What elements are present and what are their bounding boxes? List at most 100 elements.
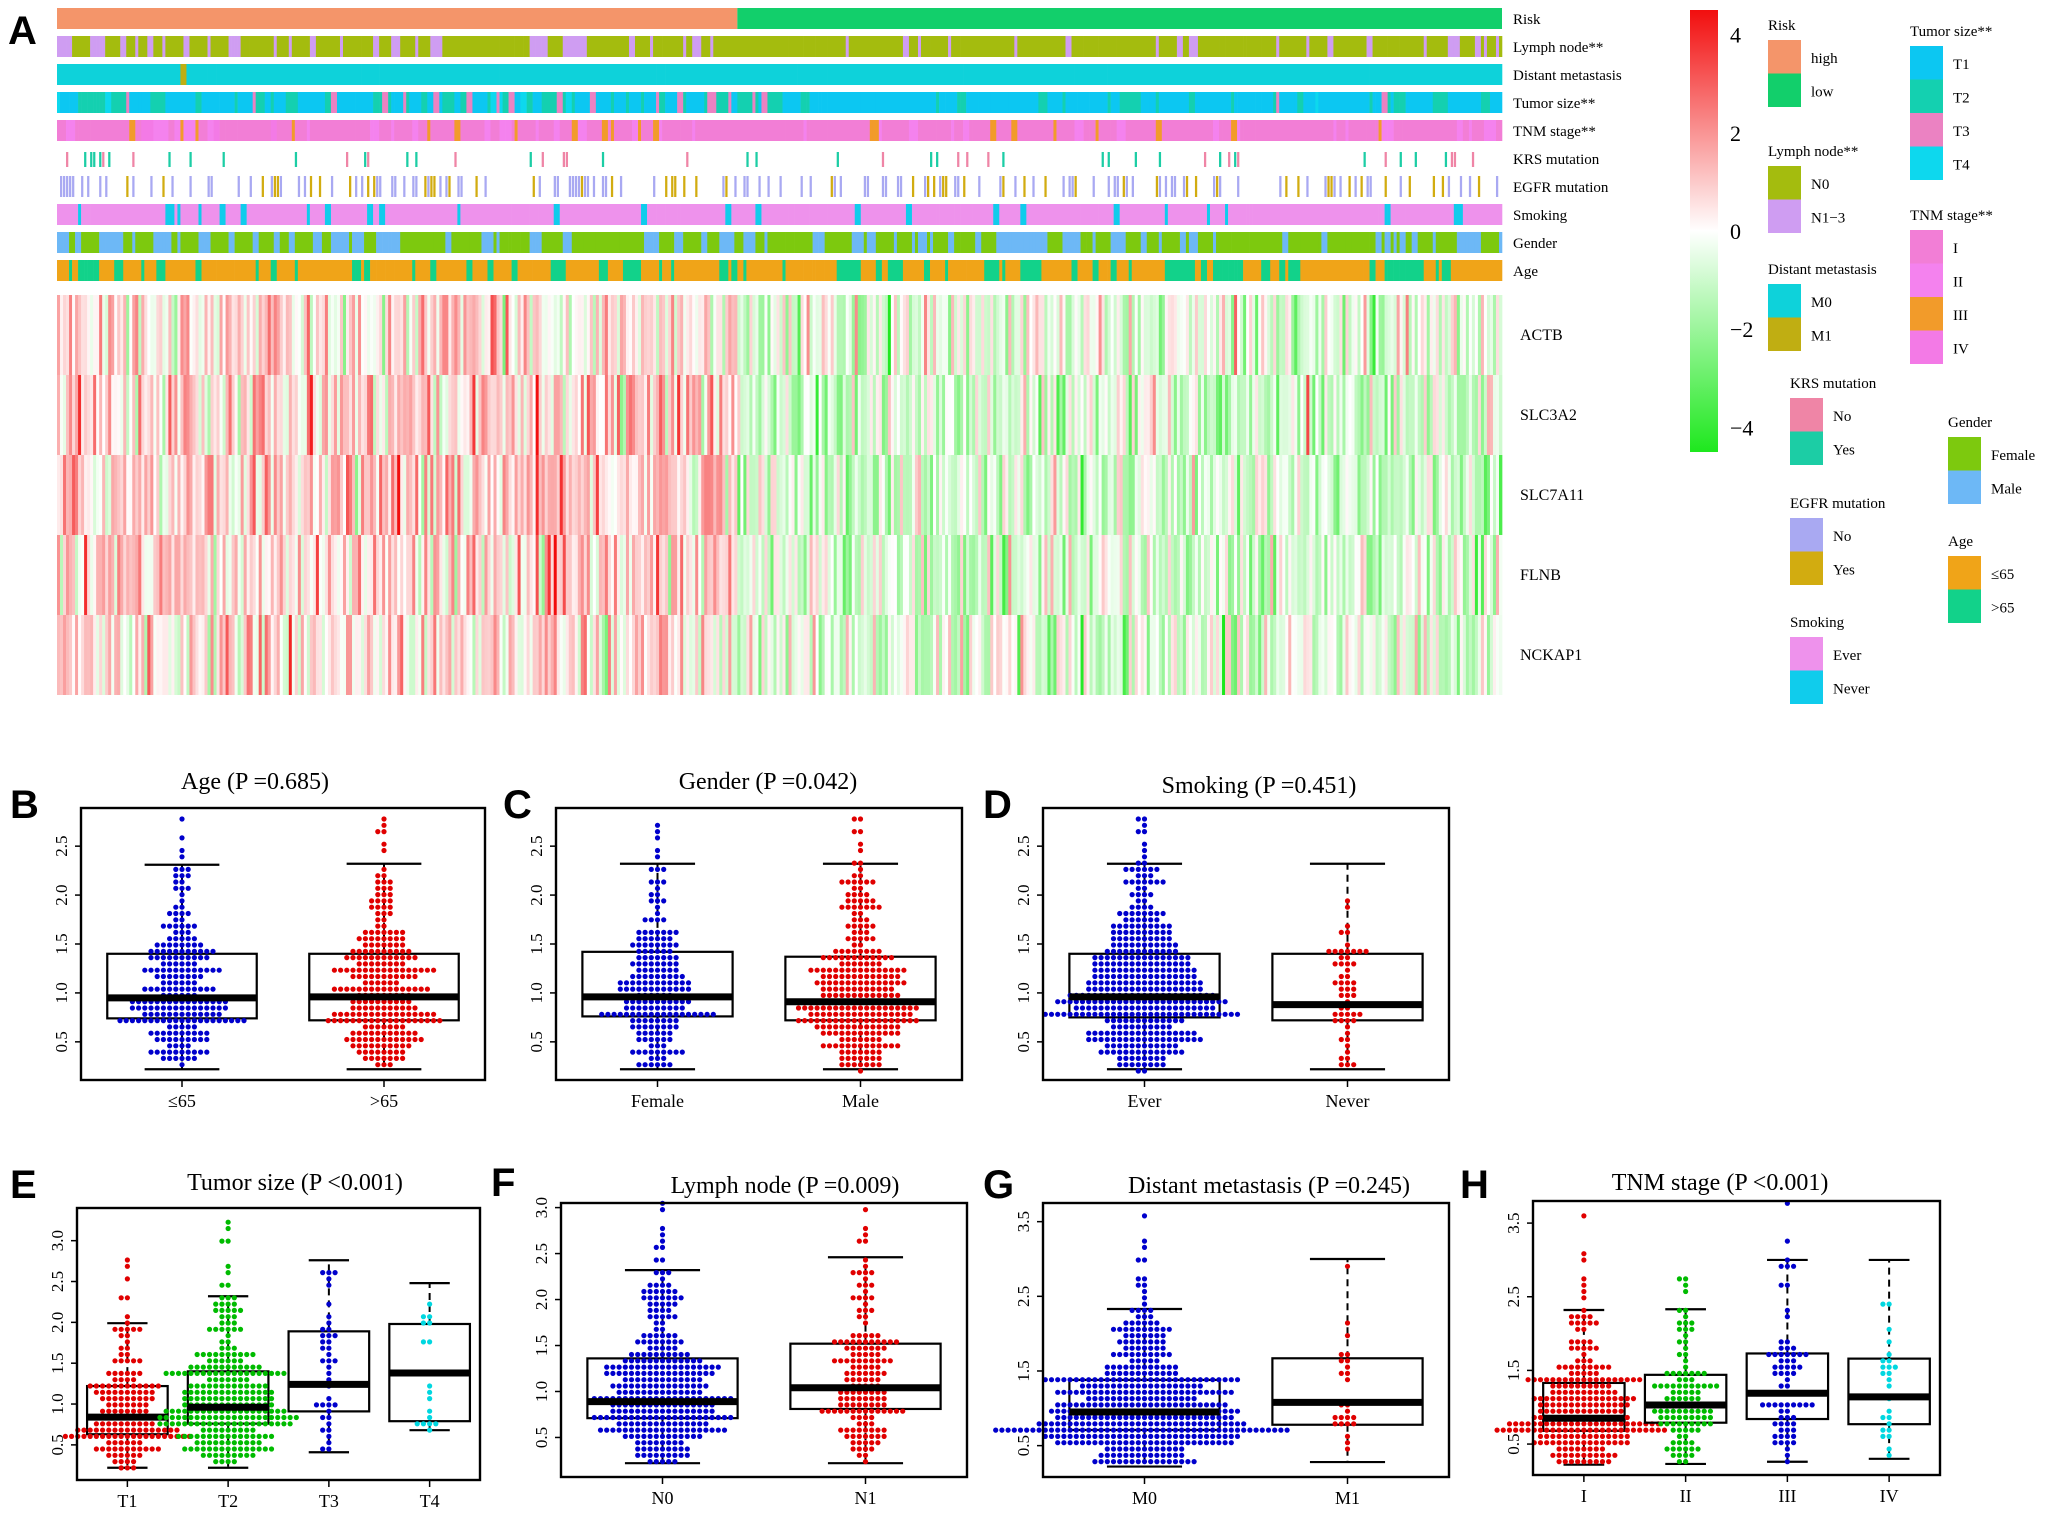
heatmap-cell [466,295,470,375]
heatmap-cell [1348,295,1352,375]
heatmap-cell [499,295,503,375]
heatmap-cell [111,295,115,375]
heatmap-cell [246,615,251,695]
annotation-cell [1273,120,1280,141]
heatmap-cell [457,615,461,695]
annotation-cell [719,260,726,281]
data-point [1129,910,1135,917]
data-point [661,1036,667,1043]
data-point [375,1030,381,1036]
data-point [185,961,191,967]
heatmap-cell [740,295,744,375]
annotation-cell [1128,92,1136,113]
heatmap-cell [138,535,142,615]
annotation-cell [674,176,677,197]
heatmap-cell [1384,615,1388,695]
annotation-cell [963,64,1024,85]
heatmap-cell [141,615,145,695]
heatmap-cell [866,295,871,375]
heatmap-cell [836,535,841,615]
heatmap-cell [394,295,398,375]
data-point [204,986,210,992]
legend-level-label: low [1811,85,1834,101]
heatmap-cell [1336,375,1340,455]
heatmap-cell [698,535,702,615]
heatmap-cell [1155,295,1160,375]
annotation-cell [421,260,431,281]
annotation-cell [466,260,473,281]
heatmap-cell [1489,455,1494,535]
heatmap-cell [969,615,973,695]
heatmap-cell [1222,375,1226,455]
heatmap-cell [312,535,317,615]
annotation-cell [1065,232,1069,253]
annotation-cell [327,92,332,113]
annotation-cell [379,176,382,197]
heatmap-cell [303,615,308,695]
heatmap-cell [213,615,217,695]
annotation-cell [610,260,624,281]
legend-title: Tumor size** [1910,24,1992,40]
data-point [191,1030,197,1036]
heatmap-cell [788,535,792,615]
heatmap-cell [586,455,591,535]
heatmap-cell [1176,455,1181,535]
heatmap-cell [261,615,266,695]
data-point [820,1030,826,1036]
annotation-cell [165,120,169,141]
heatmap-cell [1140,295,1145,375]
data-point [648,1005,654,1011]
heatmap-cell [315,455,320,535]
heatmap-cell [1354,455,1358,535]
annotation-cell [857,232,865,253]
heatmap-cell [776,295,780,375]
annotation-cell [57,64,124,85]
heatmap-cell [1110,295,1115,375]
annotation-cell [1122,120,1126,141]
annotation-cell [1044,176,1047,197]
data-point [876,1036,882,1043]
annotation-cell [1444,92,1449,113]
heatmap-cell [333,615,338,695]
heatmap-cell [1291,295,1295,375]
heatmap-cell [993,375,997,455]
annotation-cell [1074,64,1108,85]
heatmap-cell [505,535,509,615]
data-point [1129,879,1135,885]
heatmap-cell [93,535,97,615]
data-point [418,986,424,992]
annotation-cell [601,36,612,57]
heatmap-cell [96,535,100,615]
annotation-cell [111,92,118,113]
data-point [393,1011,399,1017]
heatmap-cell [1246,535,1250,615]
heatmap-cell [996,455,1000,535]
annotation-cell [162,260,166,281]
heatmap-cell [827,615,832,695]
annotation-cell [1131,260,1139,281]
heatmap-cell [1258,535,1262,615]
heatmap-cell [1086,295,1090,375]
data-point [1148,904,1154,910]
heatmap-cell [1474,295,1479,375]
annotation-cell [734,120,753,141]
annotation-cell [1381,92,1388,113]
data-point [833,1024,839,1030]
heatmap-cell [1014,375,1018,455]
annotation-cell [815,36,828,57]
legend-age: Age≤65>65 [1948,534,2014,623]
heatmap-cell [734,615,738,695]
heatmap-cell [770,375,774,455]
heatmap-cell [689,295,693,375]
data-point [1135,885,1141,891]
heatmap-cell [1477,375,1482,455]
heatmap-cell [1116,375,1121,455]
heatmap-cell [737,375,741,455]
annotation-cell [767,92,771,113]
annotation-cell [1237,92,1256,113]
annotation-cell [1197,204,1208,225]
y-tick-label: 2.5 [52,836,71,857]
heatmap-cell [1206,615,1211,695]
annotation-cell [1321,232,1325,253]
heatmap-cell [1333,615,1337,695]
